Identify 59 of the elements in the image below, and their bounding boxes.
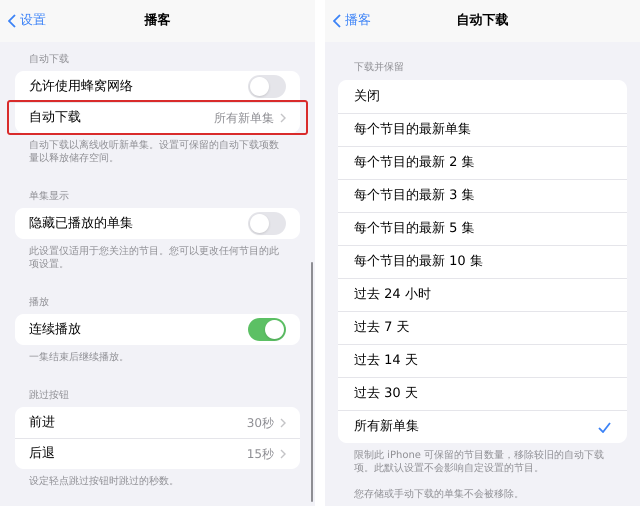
settings-row[interactable]: 允许使用蜂窝网络: [15, 71, 300, 102]
option-row[interactable]: 关闭: [338, 80, 627, 113]
row-label: 后退: [29, 445, 55, 464]
option-label: 过去 14 天: [354, 352, 418, 370]
option-row[interactable]: 每个节目的最新 5 集: [338, 212, 627, 245]
option-row[interactable]: 过去 14 天: [338, 344, 627, 377]
option-row[interactable]: 每个节目的最新 2 集: [338, 146, 627, 179]
option-label: 过去 30 天: [354, 385, 418, 404]
page-title: 播客: [144, 12, 170, 30]
settings-row[interactable]: 后退 15秒: [15, 438, 300, 469]
settings-row[interactable]: 自动下载 所有新单集: [9, 102, 306, 133]
row-label: 允许使用蜂窝网络: [29, 78, 133, 96]
section-header: 播放: [28, 296, 50, 310]
option-label: 每个节目的最新 10 集: [354, 253, 483, 272]
option-row[interactable]: 过去 24 小时: [338, 278, 627, 311]
option-label: 每个节目的最新 5 集: [354, 220, 475, 238]
section-header: 下载并保留: [353, 60, 405, 75]
option-label: 每个节目的最新单集: [354, 121, 471, 140]
option-label: 关闭: [354, 88, 380, 106]
section-header: 跳过按钮: [28, 388, 70, 403]
option-row[interactable]: 过去 30 天: [338, 377, 627, 410]
option-row[interactable]: 所有新单集: [338, 410, 627, 443]
section-footer: 您存储或手动下载的单集不会被移除。: [338, 475, 627, 501]
back-chevron-icon: [333, 14, 341, 28]
row-label: 隐藏已播放的单集: [29, 214, 133, 233]
chevron-right-icon: [280, 449, 286, 459]
option-label: 每个节目的最新 2 集: [354, 154, 475, 172]
back-chevron-icon: [8, 14, 16, 28]
row-label: 连续播放: [29, 320, 81, 339]
back-button[interactable]: 播客: [333, 11, 371, 31]
option-row[interactable]: 过去 7 天: [338, 311, 627, 344]
row-value: 所有新单集: [214, 110, 274, 127]
row-label: 自动下载: [29, 109, 81, 128]
row-label: 前进: [29, 414, 55, 432]
option-label: 每个节目的最新 3 集: [354, 187, 475, 206]
settings-row[interactable]: 前进 30秒: [15, 407, 300, 438]
row-value: 30秒: [246, 414, 274, 432]
section-footer: 一集结束后继续播放。: [15, 345, 300, 378]
section-footer: 自动下载以离线收听新单集。设置可保留的自动下载项数量以释放储存空间。: [15, 133, 300, 179]
row-value: 15秒: [246, 446, 274, 463]
section-header: 单集显示: [28, 190, 70, 204]
section-footer: 限制此 iPhone 可保留的节目数量，移除较旧的自动下载项。此默认设置不会影响自定设置的节目。: [338, 443, 627, 475]
settings-row[interactable]: 隐藏已播放的单集: [15, 208, 300, 239]
section-footer: 设定轻点跳过按钮时跳过的秒数。: [15, 469, 300, 502]
toggle-switch[interactable]: [248, 212, 286, 235]
toggle-switch[interactable]: [248, 75, 286, 98]
chevron-right-icon: [280, 418, 286, 428]
option-label: 所有新单集: [354, 418, 419, 436]
option-row[interactable]: 每个节目的最新单集: [338, 113, 627, 146]
option-row[interactable]: 每个节目的最新 3 集: [338, 179, 627, 212]
option-label: 过去 7 天: [354, 319, 410, 338]
option-label: 过去 24 小时: [354, 286, 431, 304]
settings-row[interactable]: 连续播放: [15, 314, 300, 345]
chevron-right-icon: [280, 113, 286, 123]
section-header: 自动下载: [28, 52, 70, 67]
toggle-switch[interactable]: [248, 318, 286, 341]
section-footer: 此设置仅适用于您关注的节目。您可以更改任何节目的此项设置。: [15, 239, 300, 285]
option-row[interactable]: 每个节目的最新 10 集: [338, 245, 627, 278]
page-title: 自动下载: [456, 12, 508, 30]
